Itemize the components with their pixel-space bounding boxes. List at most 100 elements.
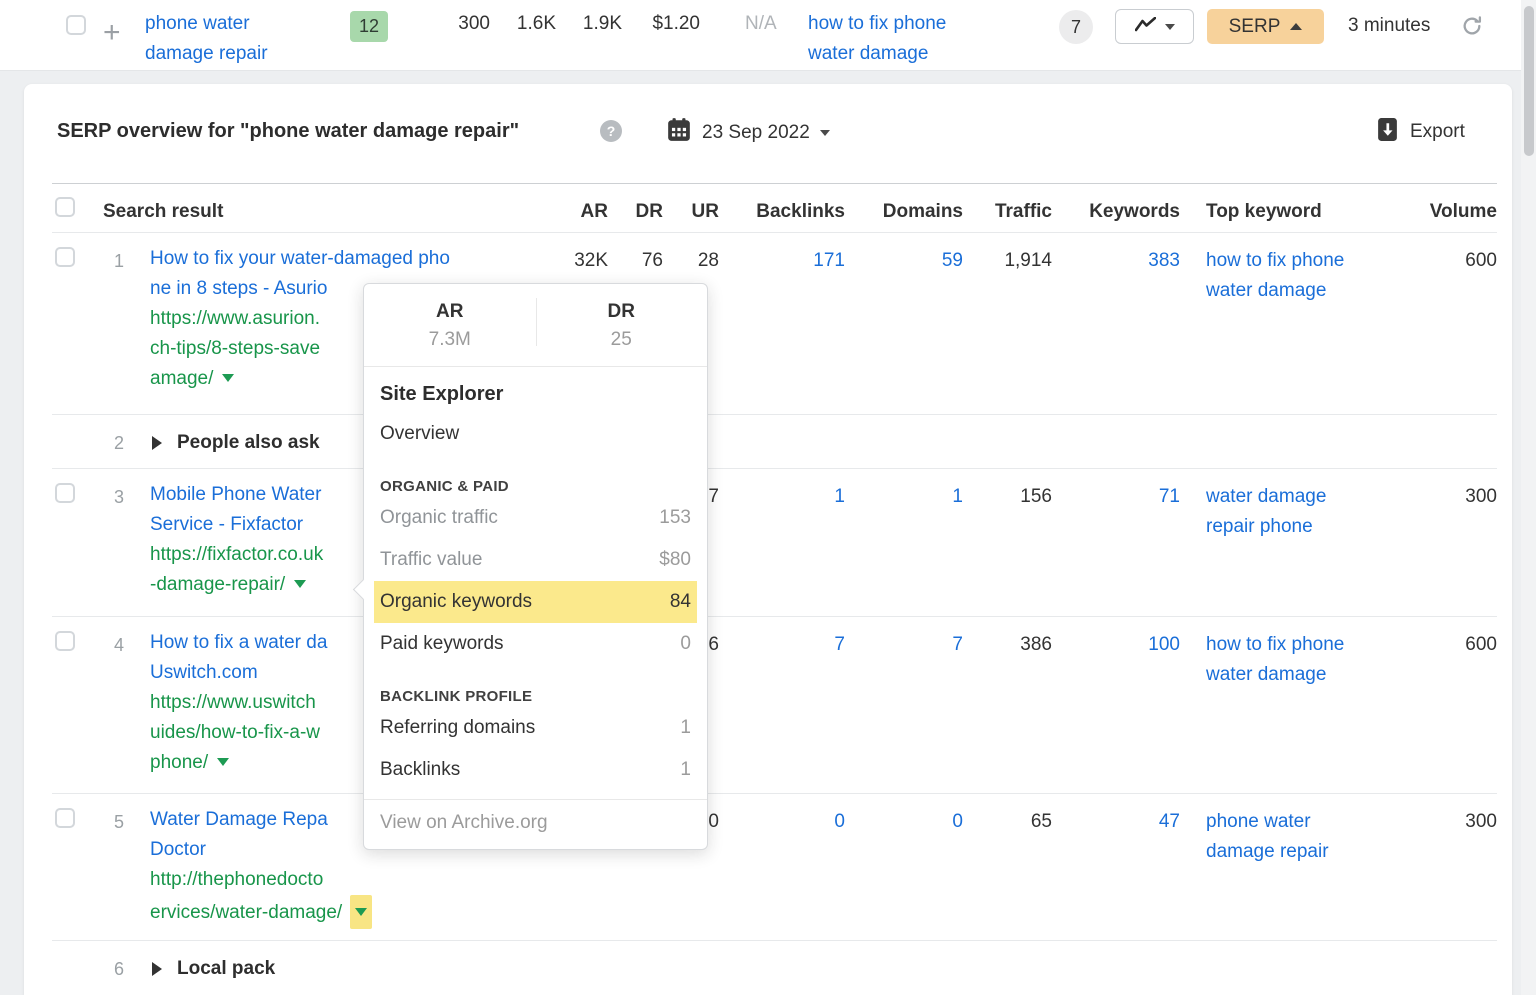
expander-icon[interactable] [152, 962, 162, 976]
cell-keywords[interactable]: 100 [1148, 616, 1180, 660]
column-header-keywords[interactable]: Keywords [1089, 183, 1180, 227]
feature-row-people-also-ask[interactable]: 2 People also ask [24, 414, 1512, 468]
cell-ur: 28 [697, 250, 719, 271]
cell-backlinks[interactable]: 1 [834, 468, 845, 512]
export-button[interactable]: Export [1377, 117, 1465, 147]
row-checkbox[interactable] [55, 631, 75, 651]
cell-backlinks[interactable]: 7 [834, 616, 845, 660]
cell-volume: 300 [1465, 486, 1497, 507]
result-position: 1 [113, 251, 124, 271]
popup-title: Site Explorer [380, 383, 504, 405]
column-header-domains[interactable]: Domains [883, 183, 963, 227]
column-header-dr[interactable]: DR [636, 183, 663, 227]
row-checkbox[interactable] [66, 15, 86, 35]
column-header-search-result[interactable]: Search result [103, 183, 223, 227]
column-header-ur[interactable]: UR [692, 183, 719, 227]
parent-keyword-link[interactable]: how to fix phone water damage [808, 9, 946, 69]
cell-ur: 0 [708, 811, 719, 832]
chart-line-icon [1134, 16, 1156, 37]
menu-item-traffic-value[interactable]: Traffic value $80 [380, 539, 691, 581]
keyword-link[interactable]: phone water damage repair [145, 9, 268, 69]
row-checkbox[interactable] [55, 247, 75, 267]
result-block: Water Damage Repa Doctor http://thephone… [150, 793, 373, 929]
page: + phone water damage repair 12 300 1.6K … [0, 0, 1536, 995]
feature-label[interactable]: Local pack [177, 940, 275, 984]
export-label: Export [1410, 121, 1465, 142]
result-title-link[interactable]: How to fix a water da Uswitch.com [150, 628, 327, 688]
result-url: https://www.uswitch uides/how-to-fix-a-w… [150, 692, 320, 773]
feature-row-local-pack[interactable]: 6 Local pack [24, 940, 1512, 995]
menu-item-overview[interactable]: Overview [380, 413, 691, 455]
column-header-backlinks[interactable]: Backlinks [756, 183, 845, 227]
url-caret-icon[interactable] [222, 374, 235, 382]
cell-backlinks[interactable]: 171 [813, 232, 845, 276]
column-header-ar[interactable]: AR [581, 183, 608, 227]
updated-text: 3 minutes [1348, 15, 1431, 36]
cell-keywords[interactable]: 383 [1148, 232, 1180, 276]
section-backlink-profile: BACKLINK PROFILE [380, 688, 533, 705]
cell-keywords[interactable]: 71 [1159, 468, 1180, 512]
cell-backlinks[interactable]: 0 [834, 793, 845, 837]
menu-item-paid-keywords[interactable]: Paid keywords 0 [380, 623, 691, 665]
cell-domains[interactable]: 0 [952, 793, 963, 837]
menu-item-organic-traffic[interactable]: Organic traffic 153 [380, 497, 691, 539]
result-position: 4 [113, 635, 124, 655]
serp-button[interactable]: SERP [1207, 9, 1324, 44]
url-caret-icon[interactable] [355, 908, 368, 916]
result-position: 3 [113, 487, 124, 507]
menu-item-view-archive[interactable]: View on Archive.org [364, 799, 707, 849]
result-position: 5 [113, 812, 124, 832]
kw-metric-na: N/A [745, 13, 777, 34]
panel-title: SERP overview for "phone water damage re… [57, 120, 520, 142]
top-keyword-link[interactable]: how to fix phone water damage [1206, 232, 1344, 306]
help-icon[interactable]: ? [600, 120, 622, 142]
popup-dr-stat: DR 25 [607, 301, 635, 350]
column-header-volume[interactable]: Volume [1430, 183, 1497, 227]
kd-badge: 12 [350, 11, 388, 42]
cell-domains[interactable]: 1 [952, 468, 963, 512]
top-keyword-link[interactable]: how to fix phone water damage [1206, 616, 1344, 690]
cell-traffic: 1,914 [1004, 250, 1052, 271]
chevron-down-icon [1164, 23, 1175, 30]
top-keyword-link[interactable]: phone water damage repair [1206, 793, 1329, 867]
column-header-traffic[interactable]: Traffic [995, 183, 1052, 227]
cell-domains[interactable]: 7 [952, 616, 963, 660]
url-caret-icon[interactable] [217, 758, 230, 766]
result-block: How to fix a water da Uswitch.com https:… [150, 616, 327, 778]
menu-item-referring-domains[interactable]: Referring domains 1 [380, 707, 691, 749]
position-history-button[interactable] [1115, 9, 1194, 44]
cell-volume: 600 [1465, 250, 1497, 271]
serp-overview-panel: SERP overview for "phone water damage re… [24, 84, 1512, 995]
cell-keywords[interactable]: 47 [1159, 793, 1180, 837]
refresh-icon[interactable] [1461, 15, 1483, 42]
table-header-row: Search result AR DR UR Backlinks Domains… [24, 183, 1512, 232]
result-title-link[interactable]: Mobile Phone Water Service - Fixfactor [150, 480, 323, 540]
cell-traffic: 386 [1020, 634, 1052, 655]
date-caret-icon [819, 129, 830, 136]
result-row-3: 3 Mobile Phone Water Service - Fixfactor… [24, 468, 1512, 616]
cell-ur: 7 [708, 486, 719, 507]
kw-metric-2: 1.6K [516, 13, 556, 34]
result-title-link[interactable]: Water Damage Repa Doctor [150, 805, 372, 865]
top-keyword-link[interactable]: water damage repair phone [1206, 468, 1326, 542]
expander-icon[interactable] [152, 436, 162, 450]
header-checkbox[interactable] [55, 197, 75, 217]
date-selector[interactable]: 23 Sep 2022 [666, 117, 830, 148]
scrollbar-thumb[interactable] [1524, 6, 1534, 156]
cell-ur: 6 [708, 634, 719, 655]
row-checkbox[interactable] [55, 483, 75, 503]
cell-volume: 600 [1465, 634, 1497, 655]
cell-dr: 76 [641, 250, 663, 271]
cell-domains[interactable]: 59 [942, 232, 963, 276]
menu-item-backlinks[interactable]: Backlinks 1 [380, 749, 691, 791]
url-caret-highlight [350, 895, 373, 929]
feature-label[interactable]: People also ask [177, 414, 320, 458]
menu-item-organic-keywords[interactable]: Organic keywords 84 [374, 581, 697, 623]
row-checkbox[interactable] [55, 808, 75, 828]
cell-ar: 32K [574, 250, 608, 271]
column-header-top-keyword[interactable]: Top keyword [1206, 183, 1322, 227]
chevron-up-icon [1290, 23, 1303, 30]
add-icon[interactable]: + [103, 18, 121, 48]
url-caret-icon[interactable] [294, 580, 307, 588]
popup-stats: AR 7.3M DR 25 [364, 284, 707, 367]
